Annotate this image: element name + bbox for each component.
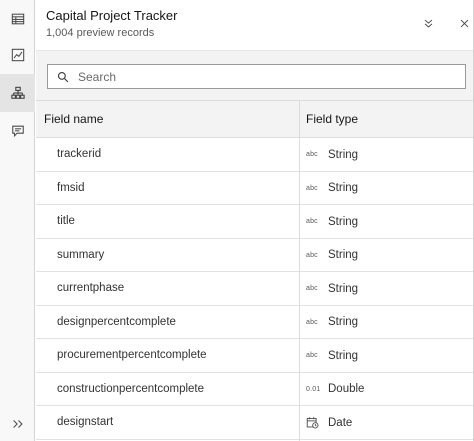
- string-type-icon: abc: [306, 251, 318, 259]
- string-type-icon: abc: [306, 218, 318, 225]
- field-type-cell: abc String: [306, 205, 358, 238]
- table-row[interactable]: fmsid abc String: [36, 171, 474, 205]
- record-count: 1,004 preview records: [46, 27, 155, 39]
- page-title: Capital Project Tracker: [46, 8, 178, 23]
- rail-button-chart[interactable]: [0, 36, 35, 74]
- string-type-icon: abc: [306, 184, 318, 192]
- field-type-label: String: [328, 249, 359, 261]
- field-type-label: String: [328, 349, 359, 362]
- table-row[interactable]: designstart Date: [36, 406, 474, 440]
- search-input[interactable]: [78, 69, 458, 84]
- field-type-cell: abc String: [306, 306, 358, 339]
- close-button[interactable]: [455, 14, 473, 32]
- table-row[interactable]: currentphase abc String: [36, 272, 474, 306]
- left-rail: [0, 0, 35, 441]
- calendar-icon: [306, 417, 319, 429]
- field-type-cell: abc String: [306, 239, 358, 272]
- field-type-cell: abc String: [306, 272, 358, 305]
- field-type-label: String: [328, 282, 359, 295]
- field-type-cell: Date: [306, 406, 352, 439]
- double-chevron-right-icon: [12, 420, 23, 428]
- field-name-cell: summary: [57, 248, 105, 261]
- field-name-cell: trackerid: [57, 148, 102, 160]
- field-table: Field name Field type trackerid abc Stri…: [36, 100, 474, 441]
- hierarchy-icon: [10, 86, 25, 99]
- field-type-label: String: [328, 316, 359, 328]
- field-type-cell: abc String: [306, 138, 358, 171]
- string-type-icon: abc: [306, 318, 318, 326]
- search-icon: [57, 71, 69, 82]
- column-header-field-name[interactable]: Field name: [44, 101, 103, 138]
- field-type-label: String: [328, 182, 359, 194]
- rail-button-table[interactable]: [0, 0, 35, 38]
- field-name-cell: constructionpercentcomplete: [57, 382, 205, 395]
- table-icon: [11, 13, 24, 25]
- field-type-cell: 0.01 Double: [306, 373, 364, 406]
- table-row[interactable]: title abc String: [36, 205, 474, 239]
- collapse-button[interactable]: [419, 14, 437, 32]
- close-icon: [460, 19, 468, 27]
- field-type-label: String: [328, 215, 359, 228]
- string-type-icon: abc: [306, 352, 318, 359]
- table-row[interactable]: summary abc String: [36, 238, 474, 272]
- field-type-cell: abc String: [306, 172, 358, 205]
- field-name-cell: currentphase: [57, 282, 125, 294]
- column-header-field-type[interactable]: Field type: [306, 101, 358, 138]
- field-type-label: String: [328, 148, 359, 161]
- table-row[interactable]: trackerid abc String: [36, 138, 474, 172]
- search-area: [36, 50, 474, 100]
- search-box[interactable]: [47, 64, 466, 89]
- field-type-label: Date: [328, 416, 353, 429]
- field-name-cell: title: [57, 215, 75, 227]
- date-type-icon-wrap: [306, 416, 328, 429]
- table-row[interactable]: constructionpercentcomplete 0.01 Double: [36, 372, 474, 406]
- double-type-icon: 0.01: [306, 385, 321, 393]
- panel-header: Capital Project Tracker 1,004 preview re…: [36, 0, 474, 50]
- comment-icon: [11, 125, 24, 138]
- table-row[interactable]: procurementpercentcomplete abc String: [36, 339, 474, 373]
- rail-button-hierarchy[interactable]: [0, 74, 35, 112]
- double-chevron-down-icon: [424, 19, 432, 28]
- table-header: Field name Field type: [36, 100, 474, 138]
- chart-icon: [11, 48, 24, 62]
- field-name-cell: designstart: [57, 416, 114, 428]
- rail-button-comment[interactable]: [0, 112, 35, 150]
- expand-rail-button[interactable]: [0, 410, 35, 438]
- app-panel: Capital Project Tracker 1,004 preview re…: [0, 0, 474, 441]
- string-type-icon: abc: [306, 151, 318, 158]
- field-type-label: Double: [328, 383, 365, 395]
- field-name-cell: designpercentcomplete: [57, 315, 176, 328]
- string-type-icon: abc: [306, 285, 318, 292]
- field-type-cell: abc String: [306, 339, 358, 372]
- table-row[interactable]: designpercentcomplete abc String: [36, 305, 474, 339]
- field-name-cell: fmsid: [57, 181, 85, 194]
- field-name-cell: procurementpercentcomplete: [57, 349, 207, 361]
- column-divider[interactable]: [299, 100, 300, 441]
